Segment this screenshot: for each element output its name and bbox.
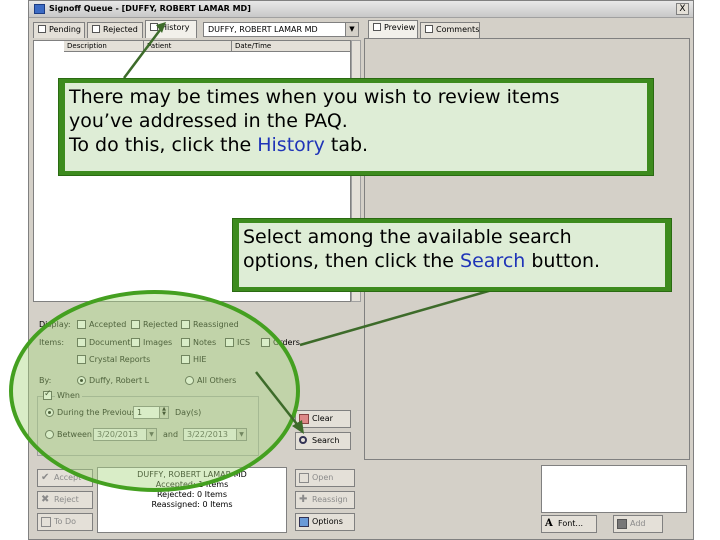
history-callout-text: There may be times when you wish to revi… [65,83,647,171]
callout2-line1: Select among the available search [243,226,572,248]
callout2-line2: options, then click the Search button. [243,249,661,273]
history-callout: There may be times when you wish to revi… [58,78,654,176]
arrow-to-history-tab [123,29,161,79]
callout2-line2-pre: options, then click the [243,250,461,272]
callout1-line3-post: tab. [324,134,369,156]
search-callout: Select among the available search option… [232,218,672,292]
callout1-history-link: History [257,134,325,156]
callout2-line2-post: button. [525,250,601,272]
callout1-line3-pre: To do this, click the [69,134,258,156]
callout1-line3: To do this, click the History tab. [69,133,643,157]
callout2-search-link: Search [460,250,526,272]
arrow-to-search [255,371,301,429]
search-callout-text: Select among the available search option… [239,223,665,287]
callout1-line1: There may be times when you wish to revi… [69,86,560,108]
callout1-line2: you’ve addressed in the PAQ. [69,110,348,132]
